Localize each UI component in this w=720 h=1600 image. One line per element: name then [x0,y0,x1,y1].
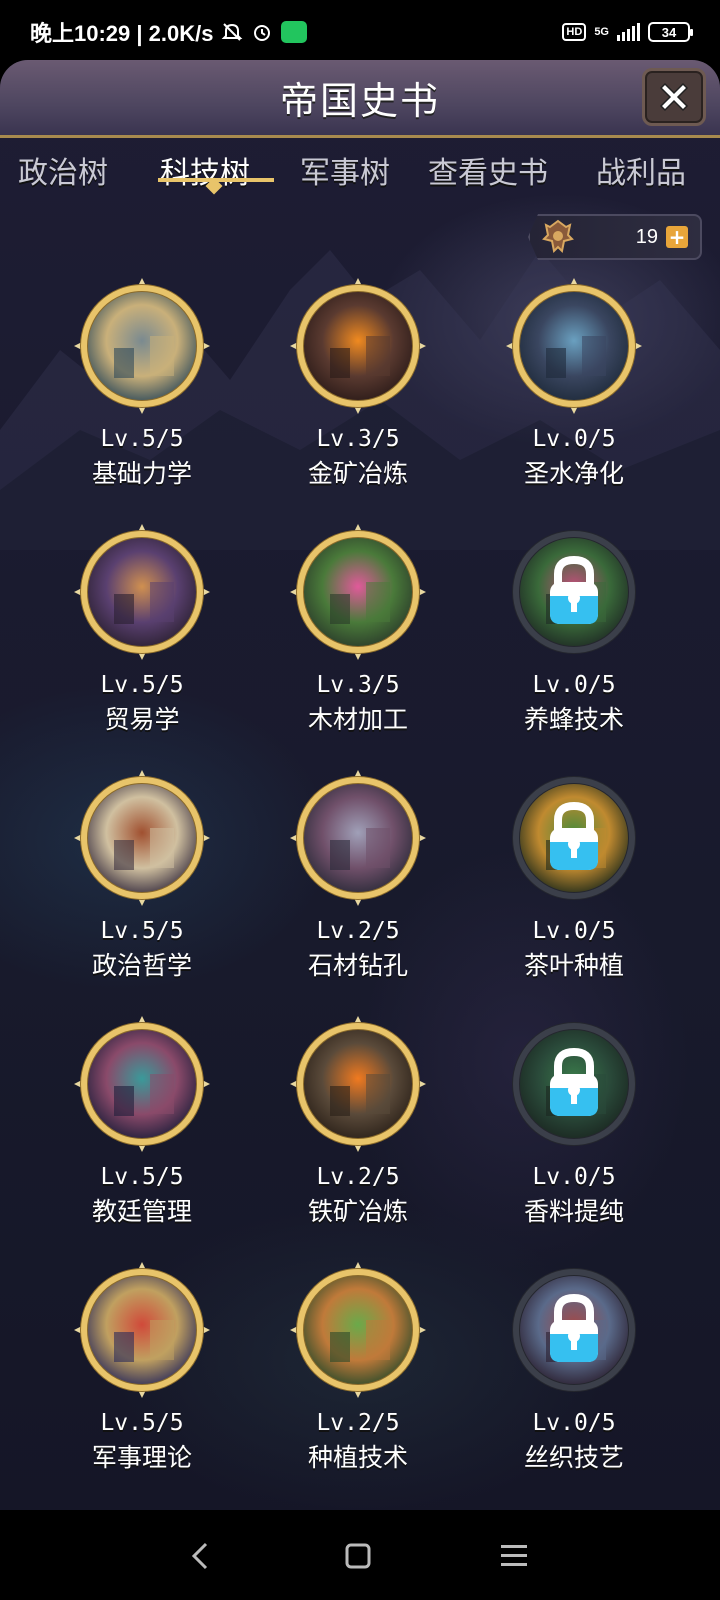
locked-tech-icon [506,1262,642,1398]
tech-name: 圣水净化 [523,459,624,488]
tech-node[interactable]: Lv.0/5 丝织技艺 [484,1262,664,1482]
page-title: 帝国史书 [279,79,440,123]
add-points-button[interactable]: + [666,226,688,248]
tech-level: Lv.0/5 [532,672,616,698]
tech-level: Lv.3/5 [316,426,400,452]
tech-name: 养蜂技术 [523,705,624,734]
network-type: 5G [594,25,609,38]
tab-bar: 政治树 科技树 军事树 查看史书 战利品 [0,138,720,210]
tech-node[interactable]: Lv.3/5 木材加工 [268,524,448,744]
tech-icon [74,278,210,414]
close-icon [659,82,689,112]
tech-icon [506,278,642,414]
tech-node[interactable]: Lv.5/5 政治哲学 [52,770,232,990]
home-icon [345,1543,371,1569]
tech-level: Lv.5/5 [100,918,184,944]
tech-level: Lv.3/5 [316,672,400,698]
tech-icon [74,524,210,660]
tech-name: 木材加工 [307,705,408,734]
tech-name: 贸易学 [104,705,180,734]
tech-node[interactable]: Lv.0/5 圣水净化 [484,278,664,498]
tech-name: 香料提纯 [523,1197,624,1226]
tech-name: 金矿冶炼 [307,459,408,488]
close-button[interactable] [642,68,706,126]
tech-icon [290,278,426,414]
signal-icon [617,23,640,41]
tech-icon [290,524,426,660]
tech-level: Lv.2/5 [316,918,400,944]
title-bar: 帝国史书 [0,60,720,138]
tech-node[interactable]: Lv.2/5 石材钻孔 [268,770,448,990]
tech-name: 茶叶种植 [523,951,624,980]
back-icon [191,1542,208,1570]
tech-name: 铁矿冶炼 [307,1197,408,1226]
mute-bell-icon [221,21,243,43]
tech-icon [290,1016,426,1152]
tech-level: Lv.0/5 [532,918,616,944]
tech-name: 丝织技艺 [523,1443,624,1472]
crest-icon [542,219,574,254]
tech-name: 军事理论 [91,1443,192,1472]
wechat-icon [281,21,308,43]
tab-view-history[interactable]: 查看史书 [428,148,548,192]
tech-level: Lv.0/5 [532,1164,616,1190]
tech-name: 政治哲学 [91,951,192,980]
tech-node[interactable]: Lv.0/5 养蜂技术 [484,524,664,744]
tech-node[interactable]: Lv.3/5 金矿冶炼 [268,278,448,498]
tech-level: Lv.2/5 [316,1164,400,1190]
tech-name: 种植技术 [307,1443,408,1472]
battery-icon: 34 [648,22,693,42]
tab-military[interactable]: 军事树 [300,148,390,192]
tech-node[interactable]: Lv.5/5 基础力学 [52,278,232,498]
tech-level: Lv.5/5 [100,672,184,698]
back-button[interactable] [176,1532,224,1580]
tech-icon [74,1262,210,1398]
tech-name: 基础力学 [91,459,192,488]
tech-node[interactable]: Lv.0/5 茶叶种植 [484,770,664,990]
navigation-bar [0,1510,720,1600]
tech-node[interactable]: Lv.5/5 军事理论 [52,1262,232,1482]
active-tab-indicator [158,178,274,182]
tech-name: 教廷管理 [91,1197,192,1226]
tech-node[interactable]: Lv.0/5 香料提纯 [484,1016,664,1236]
tab-politics[interactable]: 政治树 [18,148,108,192]
status-bar: 晚上10:29 | 2.0K/s HD 5G 34 [0,0,720,64]
tech-icon [74,1016,210,1152]
tech-node[interactable]: Lv.2/5 种植技术 [268,1262,448,1482]
tech-icon [290,770,426,906]
hd-icon: HD [562,23,587,41]
tech-level: Lv.5/5 [100,1410,184,1436]
tech-name: 石材钻孔 [307,951,408,980]
tab-trophies[interactable]: 战利品 [596,148,686,192]
tech-icon [290,1262,426,1398]
tech-points-counter: 19 + [528,214,702,260]
tech-node[interactable]: Lv.5/5 贸易学 [52,524,232,744]
alarm-icon [251,21,273,43]
tech-level: Lv.5/5 [100,1164,184,1190]
recents-button[interactable] [490,1532,538,1580]
home-button[interactable] [334,1532,382,1580]
tech-tree-panel: 帝国史书 政治树 科技树 军事树 查看史书 战利品 19 + Lv.5/5 基础力… [0,60,720,1510]
locked-tech-icon [506,1016,642,1152]
tech-points-count: 19 [635,225,658,248]
tech-level: Lv.0/5 [532,426,616,452]
tech-node[interactable]: Lv.2/5 铁矿冶炼 [268,1016,448,1236]
tech-level: Lv.5/5 [100,426,184,452]
tech-level: Lv.0/5 [532,1410,616,1436]
tech-level: Lv.2/5 [316,1410,400,1436]
tech-node[interactable]: Lv.5/5 教廷管理 [52,1016,232,1236]
locked-tech-icon [506,770,642,906]
tech-icon [74,770,210,906]
status-time: 晚上10:29 | 2.0K/s [30,21,214,46]
locked-tech-icon [506,524,642,660]
menu-icon [501,1545,527,1566]
